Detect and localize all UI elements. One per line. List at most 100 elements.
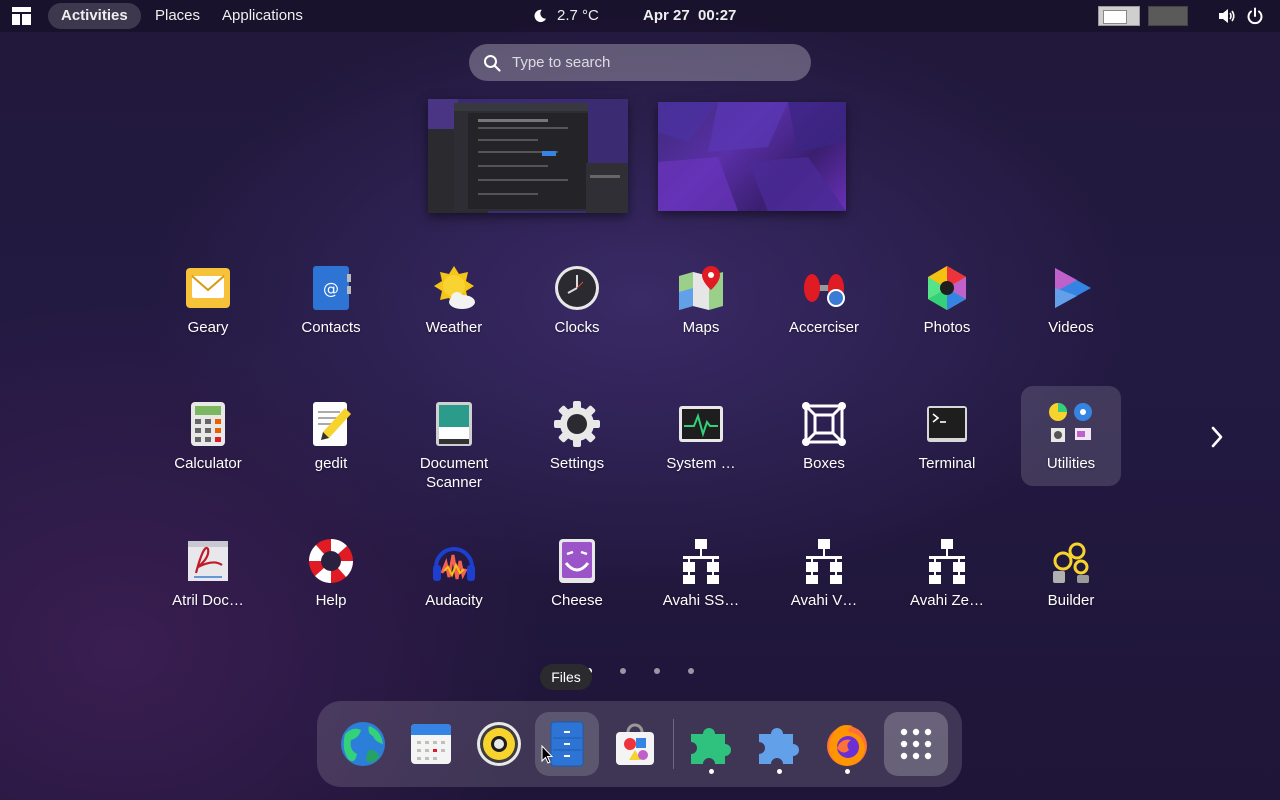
app-label: Audacity [425, 592, 483, 609]
app-cheese[interactable]: Cheese [527, 529, 627, 629]
firefox-icon [827, 725, 867, 766]
app-label: System … [666, 455, 736, 472]
app-settings[interactable]: Settings [527, 392, 627, 492]
page-indicator-3[interactable] [654, 668, 660, 674]
calculator-icon [191, 402, 225, 446]
videos-play-icon [1055, 268, 1091, 308]
network-icon [683, 539, 719, 584]
dash-extensions[interactable] [679, 712, 743, 776]
dash-calendar[interactable] [399, 712, 463, 776]
app-boxes[interactable]: Boxes [774, 392, 874, 492]
maps-icon [679, 266, 723, 310]
search-icon [484, 55, 501, 72]
activities-button[interactable]: Activities [48, 3, 141, 29]
app-label: Boxes [803, 455, 845, 472]
running-indicator [845, 769, 850, 774]
system-monitor-icon [679, 406, 723, 442]
app-label: Builder [1047, 592, 1095, 609]
app-weather[interactable]: Weather [404, 256, 504, 356]
workspace-indicator-2[interactable] [1148, 6, 1188, 26]
search-input[interactable] [512, 44, 792, 81]
app-clocks[interactable]: Clocks [527, 256, 627, 356]
app-label: Avahi V… [790, 592, 858, 609]
dash-extension-manager[interactable] [747, 712, 811, 776]
app-calculator[interactable]: Calculator [158, 392, 258, 492]
app-label: Terminal [918, 455, 976, 472]
web-globe-icon [341, 722, 385, 766]
workspace-wallpaper-preview [658, 102, 846, 211]
dash-show-apps[interactable] [884, 712, 948, 776]
app-terminal[interactable]: Terminal [897, 392, 997, 492]
mouse-pointer-icon [541, 745, 553, 764]
clock-icon [555, 266, 599, 310]
app-label: Atril Doc… [172, 592, 244, 609]
app-avahi-zeroconf[interactable]: Avahi Ze… [897, 529, 997, 629]
top-bar: Activities Places Applications 2.7 °C Ap… [0, 0, 1280, 32]
app-label: Videos [1048, 319, 1094, 336]
app-document-scanner[interactable]: Document Scanner [404, 392, 504, 492]
terminal-icon [927, 406, 967, 442]
page-indicator-4[interactable] [688, 668, 694, 674]
app-label: Photos [923, 319, 971, 336]
app-system-monitor[interactable]: System … [651, 392, 751, 492]
dash-rhythmbox[interactable] [467, 712, 531, 776]
software-bag-icon [616, 723, 654, 765]
applications-menu[interactable]: Applications [222, 0, 303, 32]
dash-firefox[interactable] [815, 712, 879, 776]
gedit-text-editor-icon [313, 402, 351, 446]
moon-icon [534, 9, 547, 23]
network-icon [806, 539, 842, 584]
app-builder[interactable]: Builder [1021, 529, 1121, 629]
activities-logo-icon[interactable] [12, 7, 31, 25]
temperature-label[interactable]: 2.7 °C [557, 0, 599, 32]
dash-web-browser[interactable] [331, 712, 395, 776]
app-accerciser[interactable]: Accerciser [774, 256, 874, 356]
app-videos[interactable]: Videos [1021, 256, 1121, 356]
settings-gear-icon [554, 401, 600, 447]
app-gedit[interactable]: gedit [281, 392, 381, 492]
atril-document-viewer-icon [188, 541, 228, 581]
app-audacity[interactable]: Audacity [404, 529, 504, 629]
places-menu[interactable]: Places [155, 0, 200, 32]
chevron-right-icon[interactable] [1206, 425, 1228, 449]
app-help[interactable]: Help [281, 529, 381, 629]
puzzle-piece-icon [759, 728, 799, 764]
app-contacts[interactable]: @ Contacts [281, 256, 381, 356]
app-label: Avahi Ze… [910, 592, 984, 609]
network-icon [929, 539, 965, 584]
app-label: Help [315, 592, 347, 609]
dash-software[interactable] [603, 712, 667, 776]
help-lifebuoy-icon [309, 539, 353, 583]
workspace-indicator-1[interactable] [1098, 6, 1140, 26]
cheese-webcam-icon [559, 539, 595, 583]
app-folder-utilities[interactable]: Utilities [1021, 386, 1121, 486]
svg-text:@: @ [323, 279, 339, 298]
rhythmbox-speaker-icon [477, 722, 521, 766]
app-label: Settings [549, 455, 605, 472]
clock-label[interactable]: Apr 27 00:27 [643, 0, 736, 32]
app-grid-icon [900, 728, 932, 760]
dash-files[interactable] [535, 712, 599, 776]
workspace-thumbnail-2[interactable] [658, 102, 846, 211]
weather-sun-cloud-icon [434, 266, 475, 309]
app-label: Clocks [554, 319, 600, 336]
workspace-thumbnail-1[interactable] [428, 99, 628, 213]
files-tooltip: Files [540, 664, 592, 690]
app-label: Accerciser [788, 319, 859, 336]
app-geary[interactable]: Geary [158, 256, 258, 356]
page-indicator-2[interactable] [620, 668, 626, 674]
search-bar[interactable] [469, 44, 811, 81]
volume-icon[interactable] [1218, 8, 1236, 24]
app-avahi-vnc[interactable]: Avahi V… [774, 529, 874, 629]
builder-icon [1053, 542, 1089, 583]
running-indicator [777, 769, 782, 774]
app-label: Utilities [1046, 455, 1096, 472]
photos-icon [928, 266, 966, 310]
app-maps[interactable]: Maps [651, 256, 751, 356]
app-atril[interactable]: Atril Doc… [158, 529, 258, 629]
app-label: gedit [314, 455, 348, 472]
app-label: Weather [425, 319, 483, 336]
app-avahi-ssh[interactable]: Avahi SS… [651, 529, 751, 629]
power-icon[interactable] [1246, 7, 1264, 25]
app-photos[interactable]: Photos [897, 256, 997, 356]
